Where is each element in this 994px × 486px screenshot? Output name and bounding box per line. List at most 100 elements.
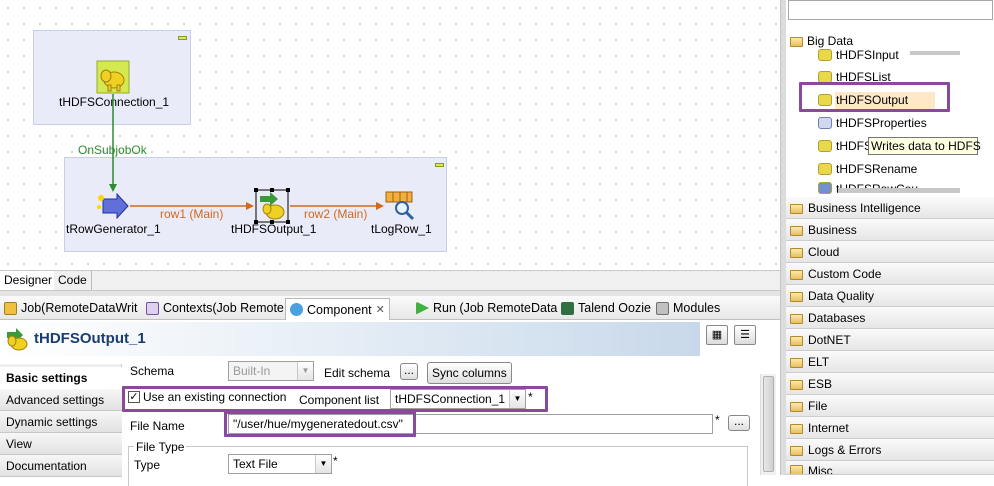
nav-dynamic-settings[interactable]: Dynamic settings xyxy=(0,411,122,433)
palette-item-label: tHDFSRename xyxy=(836,162,918,176)
category-file[interactable]: File xyxy=(786,395,994,417)
category-business[interactable]: Business xyxy=(786,219,994,241)
required-star: * xyxy=(528,390,533,404)
category-cloud[interactable]: Cloud xyxy=(786,241,994,263)
list-view-icon[interactable]: ☰ xyxy=(734,325,756,345)
palette-scroll-indicator xyxy=(838,188,960,193)
component-label: tLogRow_1 xyxy=(371,222,432,236)
contexts-icon xyxy=(146,301,159,315)
palette-item[interactable]: tHDFSProperties xyxy=(818,113,927,133)
folder-icon xyxy=(790,335,803,346)
palette-item-label: tHDFSProperties xyxy=(836,116,927,130)
chevron-down-icon: ▼ xyxy=(509,390,525,408)
grid-view-icon[interactable]: ▦ xyxy=(706,325,728,345)
tab-label: Modules xyxy=(673,301,721,315)
modules-icon xyxy=(656,301,669,315)
hdfs-output-elephant-icon xyxy=(7,328,28,351)
tab-talend-oozie[interactable]: Talend Oozie xyxy=(557,298,655,318)
subjob-collapse-toggle[interactable] xyxy=(435,163,444,167)
nav-documentation[interactable]: Documentation xyxy=(0,455,122,477)
category-label: Internet xyxy=(808,420,849,435)
folder-icon xyxy=(790,203,803,214)
tab-component[interactable]: Component ✕ xyxy=(285,298,390,320)
palette-item[interactable]: tHDFSInput xyxy=(818,45,899,65)
category-label: Cloud xyxy=(808,244,840,259)
hdfs-output-elephant-icon[interactable] xyxy=(254,188,290,224)
nav-advanced-settings[interactable]: Advanced settings xyxy=(0,389,122,411)
palette-scroll-indicator xyxy=(910,51,960,55)
tab-label: Job(RemoteDataWrit xyxy=(21,301,138,315)
category-business-intelligence[interactable]: Business Intelligence xyxy=(786,197,994,219)
tab-designer[interactable]: Designer xyxy=(0,271,58,290)
category-elt[interactable]: ELT xyxy=(786,351,994,373)
tab-code[interactable]: Code xyxy=(54,271,92,290)
subjob-collapse-toggle[interactable] xyxy=(178,36,187,40)
edit-schema-button[interactable]: ... xyxy=(400,363,418,380)
category-esb[interactable]: ESB xyxy=(786,373,994,395)
edit-schema-label: Edit schema xyxy=(324,366,391,380)
category-internet[interactable]: Internet xyxy=(786,417,994,439)
nav-basic-settings[interactable]: Basic settings xyxy=(0,367,122,389)
close-icon[interactable]: ✕ xyxy=(376,303,385,316)
folder-icon xyxy=(790,445,803,456)
category-label: Data Quality xyxy=(808,288,875,303)
category-misc[interactable]: Misc xyxy=(786,461,994,475)
designer-tab-bar: Designer Code xyxy=(0,270,780,290)
category-label: Custom Code xyxy=(808,266,882,281)
category-custom-code[interactable]: Custom Code xyxy=(786,263,994,285)
scrollbar-thumb[interactable] xyxy=(763,376,774,472)
link-label: row2 (Main) xyxy=(304,207,368,221)
palette-item-label: tHDFS xyxy=(836,139,872,153)
file-type-group xyxy=(128,446,748,486)
palette-item-label: tHDFSInput xyxy=(836,48,899,62)
sync-columns-button[interactable]: Sync columns xyxy=(427,362,512,384)
schema-select[interactable]: Built-In ▼ xyxy=(228,361,314,381)
annotation-highlight xyxy=(799,82,950,112)
component-list-label: Component list xyxy=(299,393,380,407)
file-type-select[interactable]: Text File ▼ xyxy=(228,454,332,474)
trigger-label: OnSubjobOk xyxy=(78,143,147,157)
file-name-input[interactable]: "/user/hue/mygeneratedout.csv" xyxy=(233,417,403,431)
tab-label: Component xyxy=(307,302,372,317)
category-label: Business Intelligence xyxy=(808,200,921,215)
category-data-quality[interactable]: Data Quality xyxy=(786,285,994,307)
required-star: * xyxy=(715,413,720,427)
tab-contexts[interactable]: Contexts(Job Remote xyxy=(142,298,288,318)
link-label: row1 (Main) xyxy=(160,207,224,221)
oozie-icon xyxy=(561,301,574,315)
run-icon xyxy=(416,301,429,315)
category-dotnet[interactable]: DotNET xyxy=(786,329,994,351)
component-title: tHDFSOutput_1 xyxy=(34,330,146,347)
palette-search-input[interactable] xyxy=(788,0,993,20)
category-label: Misc xyxy=(808,464,833,475)
tab-run[interactable]: Run (Job RemoteData xyxy=(412,298,561,318)
type-label: Type xyxy=(134,458,161,472)
category-databases[interactable]: Databases xyxy=(786,307,994,329)
tab-job[interactable]: Job(RemoteDataWrit xyxy=(0,298,141,318)
chevron-down-icon: ▼ xyxy=(297,362,313,380)
hdfs-icon xyxy=(818,140,832,152)
category-label: ESB xyxy=(808,376,833,391)
use-existing-connection-checkbox[interactable]: ✓ xyxy=(128,391,140,403)
file-type-group-label: File Type xyxy=(134,440,187,454)
category-logs-errors[interactable]: Logs & Errors xyxy=(786,439,994,461)
nav-view[interactable]: View xyxy=(0,433,122,455)
hdfs-connection-elephant-icon[interactable] xyxy=(96,60,130,94)
tab-label: Talend Oozie xyxy=(578,301,651,315)
row-generator-icon[interactable] xyxy=(95,193,129,219)
component-label: tHDFSOutput_1 xyxy=(231,222,317,236)
tab-modules[interactable]: Modules xyxy=(652,298,724,318)
palette-item[interactable]: tHDFS xyxy=(818,136,872,156)
component-list-select[interactable]: tHDFSConnection_1 ▼ xyxy=(390,389,526,409)
settings-nav: Basic settings Advanced settings Dynamic… xyxy=(0,364,122,477)
hdfs-input-icon xyxy=(818,49,832,61)
view-tab-bar: Job(RemoteDataWrit Contexts(Job Remote C… xyxy=(0,296,780,320)
browse-file-button[interactable]: ... xyxy=(728,415,750,431)
tooltip: Writes data to HDFS xyxy=(868,137,981,155)
job-icon xyxy=(4,301,17,315)
use-existing-connection-label: Use an existing connection xyxy=(143,390,287,404)
palette-item[interactable]: tHDFSRename xyxy=(818,159,917,179)
schema-label: Schema xyxy=(130,364,175,378)
log-row-icon[interactable] xyxy=(385,191,417,221)
hdfs-rename-icon xyxy=(818,163,832,175)
